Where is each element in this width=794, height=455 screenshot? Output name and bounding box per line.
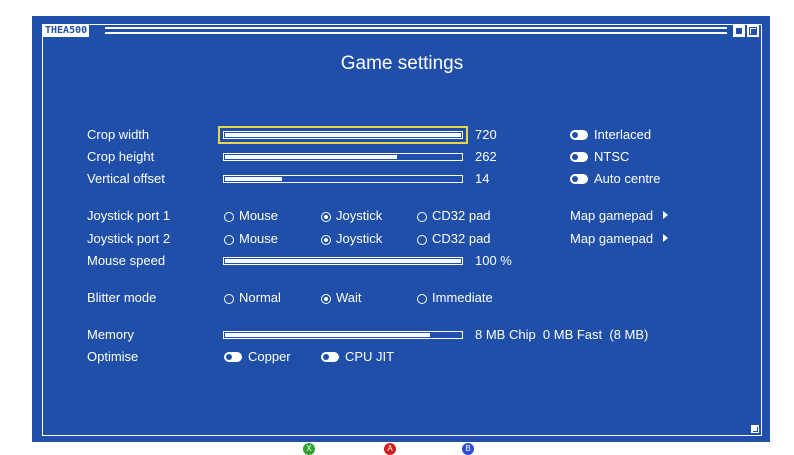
resize-gadget-icon[interactable]	[751, 425, 759, 433]
mouse-speed-label: Mouse speed	[87, 253, 166, 268]
crop-height-value: 262	[475, 149, 497, 164]
memory-label: Memory	[87, 327, 134, 342]
b-button-icon: B	[462, 443, 474, 455]
blitter-wait-radio[interactable]: Wait	[321, 290, 362, 306]
radio-icon	[417, 294, 427, 304]
zoom-gadget-icon[interactable]	[747, 25, 759, 37]
arrow-right-icon	[663, 211, 669, 219]
copper-toggle[interactable]: Copper	[224, 349, 291, 365]
close-label: Close	[478, 443, 504, 454]
settings-window: THEA500 Game settings Crop width 720 Int…	[42, 24, 762, 455]
radio-label: Joystick	[336, 231, 383, 246]
radio-icon	[321, 235, 331, 245]
toggle-switch-icon	[570, 174, 588, 184]
title-bar-stripes	[105, 27, 727, 34]
optimise-label: Optimise	[87, 349, 139, 364]
radio-label: Immediate	[432, 290, 493, 305]
blitter-mode-label: Blitter mode	[87, 290, 157, 305]
window-title: THEA500	[43, 25, 90, 37]
joystick-port-2-label: Joystick port 2	[87, 231, 171, 246]
toggle-switch-icon	[570, 152, 588, 162]
interlaced-label: Interlaced	[594, 127, 652, 142]
auto-centre-label: Auto centre	[594, 171, 661, 186]
radio-icon	[224, 294, 234, 304]
memory-value: 8 MB Chip 0 MB Fast (8 MB)	[475, 327, 649, 342]
decrease-label: Decrease	[319, 443, 362, 454]
x-button-icon: X	[303, 443, 315, 455]
crop-width-fill	[225, 133, 461, 137]
radio-label: Mouse	[239, 208, 279, 223]
vertical-offset-fill	[225, 177, 282, 181]
port1-map-gamepad[interactable]: Map gamepad	[570, 208, 669, 224]
mouse-speed-value: 100 %	[475, 253, 512, 268]
joystick-port-1-label: Joystick port 1	[87, 208, 171, 223]
memory-fill	[225, 333, 431, 337]
crop-width-label: Crop width	[87, 127, 150, 142]
crop-height-fill	[225, 155, 398, 159]
vertical-offset-label: Vertical offset	[87, 171, 165, 186]
radio-label: CD32 pad	[432, 208, 491, 223]
radio-label: Normal	[239, 290, 281, 305]
radio-icon	[417, 212, 427, 222]
a-button-icon: A	[384, 443, 396, 455]
port1-mouse-radio[interactable]: Mouse	[224, 208, 278, 224]
vertical-offset-slider[interactable]	[223, 175, 463, 183]
ntsc-toggle[interactable]: NTSC	[570, 149, 629, 165]
crop-width-slider[interactable]	[218, 126, 468, 144]
mouse-speed-slider[interactable]	[223, 257, 463, 265]
toggle-switch-icon	[224, 352, 242, 362]
arrow-right-icon	[663, 234, 669, 242]
radio-label: Joystick	[336, 208, 383, 223]
crop-height-label: Crop height	[87, 149, 155, 164]
crop-height-slider[interactable]	[223, 153, 463, 161]
mouse-speed-fill	[225, 259, 461, 263]
increase-hint: A Increase	[384, 443, 438, 455]
depth-gadget-icon[interactable]	[733, 25, 745, 37]
cpu-jit-label: CPU JIT	[345, 349, 395, 364]
radio-icon	[321, 294, 331, 304]
memory-slider[interactable]	[223, 331, 463, 339]
map-gamepad-label: Map gamepad	[570, 231, 654, 246]
radio-label: CD32 pad	[432, 231, 491, 246]
cpu-jit-toggle[interactable]: CPU JIT	[321, 349, 394, 365]
decrease-hint: X Decrease	[303, 443, 362, 455]
auto-centre-toggle[interactable]: Auto centre	[570, 171, 661, 187]
radio-icon	[224, 212, 234, 222]
page-title: Game settings	[340, 53, 464, 74]
port2-cd32-radio[interactable]: CD32 pad	[417, 231, 491, 247]
blitter-normal-radio[interactable]: Normal	[224, 290, 281, 306]
ntsc-label: NTSC	[594, 149, 630, 164]
radio-label: Wait	[336, 290, 362, 305]
port2-map-gamepad[interactable]: Map gamepad	[570, 231, 669, 247]
interlaced-toggle[interactable]: Interlaced	[570, 127, 651, 143]
title-bar[interactable]: THEA500	[43, 25, 761, 37]
port1-cd32-radio[interactable]: CD32 pad	[417, 208, 491, 224]
port2-mouse-radio[interactable]: Mouse	[224, 231, 278, 247]
toggle-switch-icon	[321, 352, 339, 362]
port2-joystick-radio[interactable]: Joystick	[321, 231, 382, 247]
radio-icon	[417, 235, 427, 245]
close-hint: B Close	[462, 443, 504, 455]
radio-icon	[321, 212, 331, 222]
map-gamepad-label: Map gamepad	[570, 208, 654, 223]
copper-label: Copper	[248, 349, 291, 364]
blitter-immediate-radio[interactable]: Immediate	[417, 290, 493, 306]
crop-width-value: 720	[475, 127, 497, 142]
toggle-switch-icon	[570, 130, 588, 140]
radio-icon	[224, 235, 234, 245]
vertical-offset-value: 14	[475, 171, 490, 186]
port1-joystick-radio[interactable]: Joystick	[321, 208, 382, 224]
radio-label: Mouse	[239, 231, 279, 246]
increase-label: Increase	[400, 443, 439, 454]
